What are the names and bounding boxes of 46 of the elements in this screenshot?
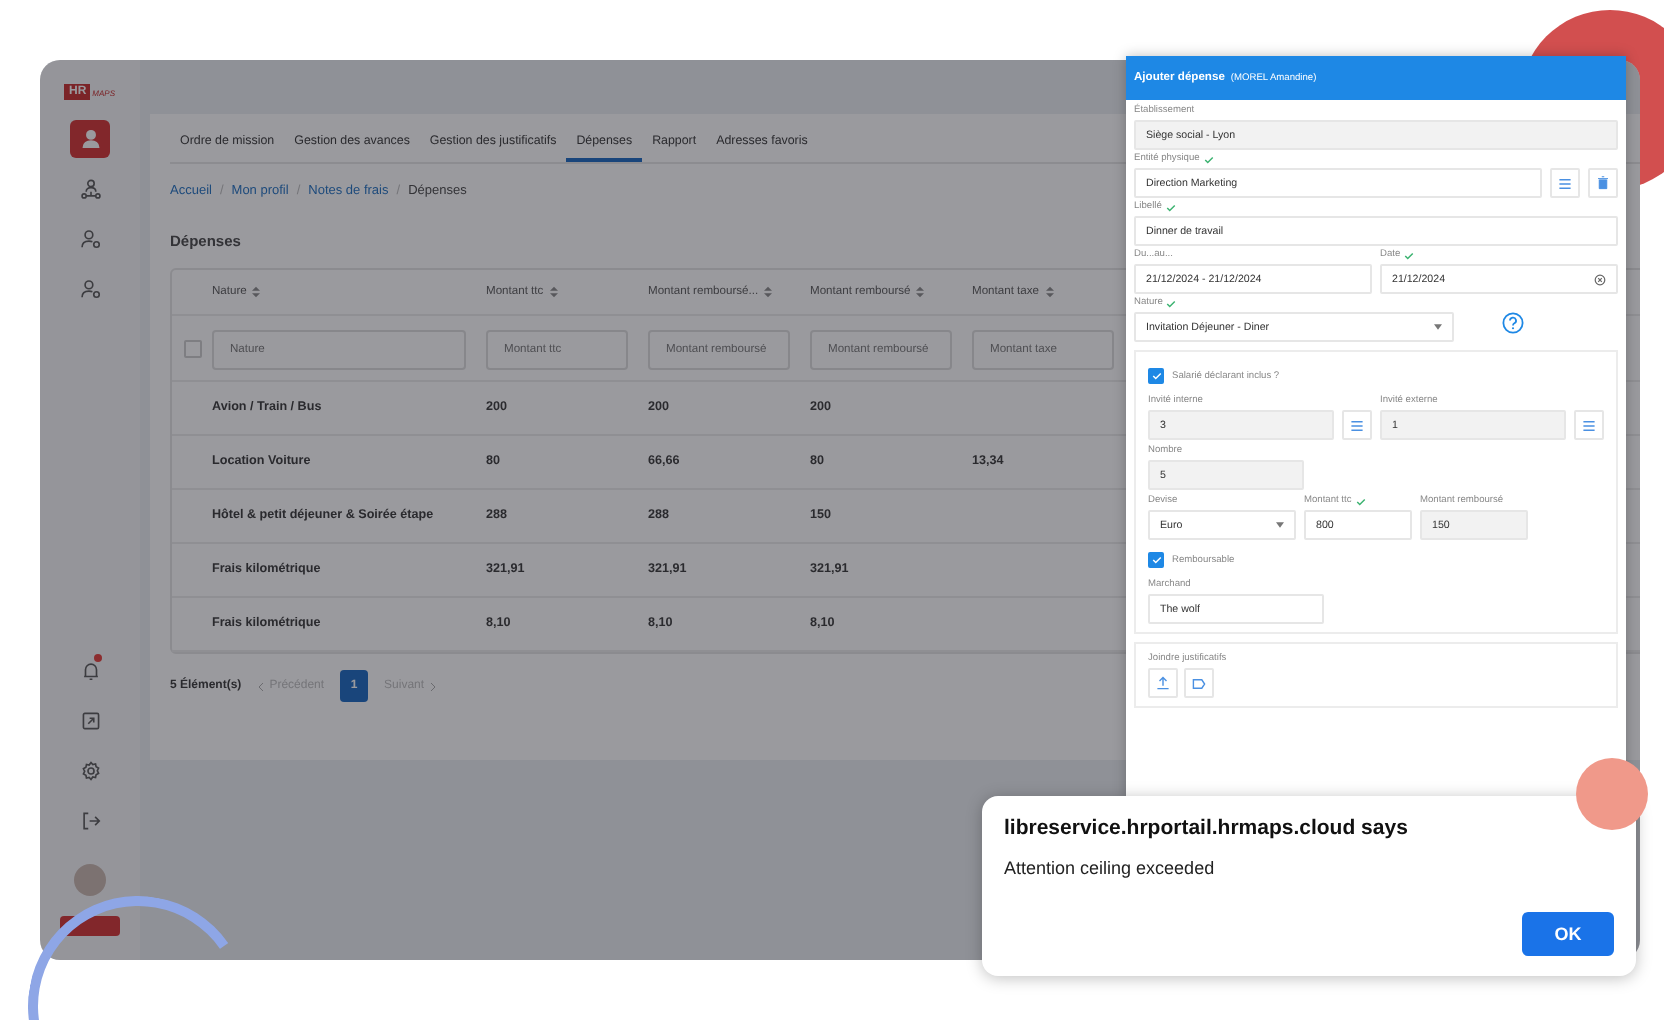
person-icon (79, 128, 101, 150)
export-icon (79, 710, 101, 732)
check-icon (1165, 203, 1176, 211)
tag-icon (1192, 677, 1206, 689)
check-icon (1166, 299, 1177, 307)
list-icon (1350, 419, 1364, 431)
upload-icon (1156, 676, 1170, 690)
notification-dot (94, 654, 102, 662)
bell-icon (79, 660, 101, 682)
upload-button[interactable] (1148, 668, 1178, 698)
check-icon (1404, 251, 1415, 259)
user-settings-icon (79, 228, 101, 250)
delete-button[interactable] (1588, 168, 1618, 198)
list-icon (1558, 177, 1572, 189)
checkbox[interactable] (1148, 552, 1164, 568)
chevron-right-icon (430, 681, 437, 691)
sort-icon[interactable] (764, 286, 773, 298)
people-network-icon (79, 178, 101, 200)
sort-icon[interactable] (252, 286, 261, 298)
ok-button[interactable]: OK (1522, 912, 1614, 956)
list-button[interactable] (1574, 410, 1604, 440)
list-button[interactable] (1550, 168, 1580, 198)
sidebar-item[interactable] (70, 120, 110, 158)
checkmark-icon (1151, 372, 1161, 380)
alert-message: Attention ceiling exceeded (1004, 858, 1217, 878)
alert-title: libreservice.hrportail.hrmaps.cloud says (1004, 816, 1410, 840)
settings-icon (79, 760, 101, 782)
sort-icon[interactable] (916, 286, 925, 298)
scan-button[interactable] (1184, 668, 1214, 698)
caret-icon (1276, 522, 1284, 528)
sort-icon[interactable] (1045, 286, 1054, 298)
trash-icon (1598, 176, 1608, 190)
caret-icon (1434, 324, 1442, 330)
checkmark-icon (1151, 556, 1161, 564)
sort-icon[interactable] (549, 286, 558, 298)
check-icon (1203, 155, 1214, 163)
logout-icon (79, 810, 101, 832)
user-settings-icon (79, 278, 101, 300)
list-button[interactable] (1342, 410, 1372, 440)
help-icon[interactable] (1502, 312, 1524, 334)
select-all-checkbox[interactable] (183, 339, 201, 357)
checkbox[interactable] (1148, 368, 1164, 384)
chevron-left-icon (257, 681, 264, 691)
check-icon (1355, 497, 1366, 505)
list-icon (1582, 419, 1596, 431)
clear-icon[interactable] (1594, 273, 1606, 285)
